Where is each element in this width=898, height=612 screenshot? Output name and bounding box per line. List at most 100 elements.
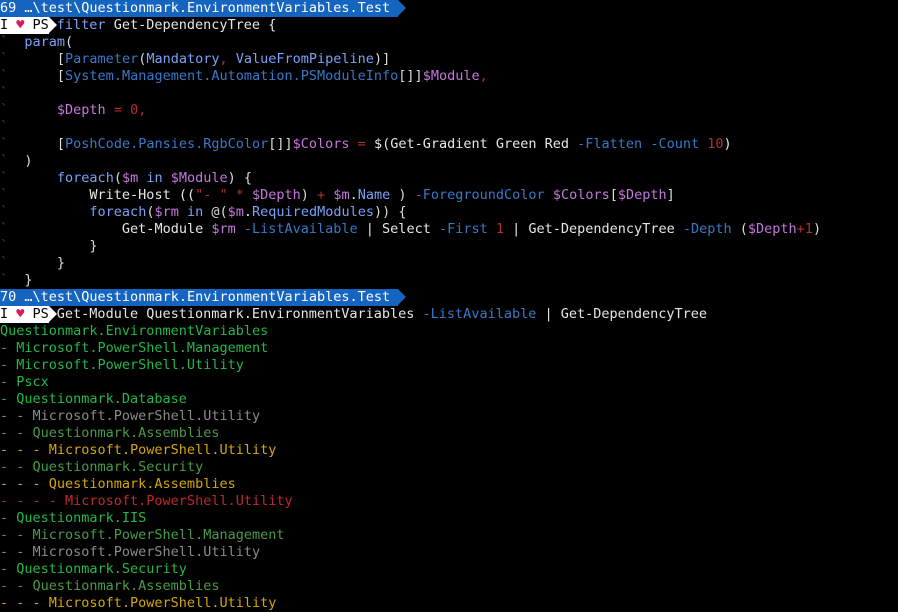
- terminal-line: ` Write-Host (("- " * $Depth) + $m.Name …: [0, 187, 675, 204]
- code-token: [: [8, 136, 66, 152]
- code-token: - - - Microsoft.PowerShell.Utility: [0, 595, 277, 611]
- terminal-line: - - Questionmark.Assemblies: [0, 425, 219, 442]
- terminal-line: ` Get-Module $rm -ListAvailable | Select…: [0, 221, 821, 238]
- code-token: $Depth: [617, 187, 667, 203]
- terminal-line: - Questionmark.Security: [0, 561, 187, 578]
- code-token: ): [8, 153, 33, 169]
- code-token: -First: [438, 221, 488, 237]
- terminal-line: ` }: [0, 255, 65, 272]
- code-token: - - - Microsoft.PowerShell.Utility: [0, 442, 277, 458]
- code-token: $rm: [211, 221, 236, 237]
- code-token: `: [0, 102, 9, 118]
- code-token: Get-Module Questionmark.EnvironmentVaria…: [56, 306, 423, 322]
- code-token: - - Questionmark.Assemblies: [0, 578, 220, 594]
- code-token: RequiredModules: [252, 204, 374, 220]
- terminal-window[interactable]: 69 …\test\Questionmark.EnvironmentVariab…: [0, 0, 898, 612]
- code-token: 10: [707, 136, 724, 152]
- code-token: ,: [219, 51, 236, 67]
- code-token: )]: [373, 51, 391, 67]
- ps-prompt: I ♥ PS: [0, 17, 49, 34]
- terminal-line: `: [0, 119, 8, 136]
- code-token: `: [0, 153, 9, 169]
- code-token: $m: [121, 170, 139, 186]
- code-token: [: [8, 68, 66, 84]
- terminal-line: - - - Questionmark.Assemblies: [0, 476, 236, 493]
- code-token: `: [0, 51, 9, 67]
- code-token: ): [300, 187, 318, 203]
- terminal-line: I ♥ PS Get-Module Questionmark.Environmen…: [0, 306, 707, 323]
- code-token: - Questionmark.Database: [0, 391, 187, 407]
- code-token: - - - - Microsoft.PowerShell.Utility: [0, 493, 293, 509]
- code-token: Get-DependencyTree {: [105, 17, 277, 33]
- code-token: .: [349, 187, 358, 203]
- code-token: -Flatten: [577, 136, 643, 152]
- code-token: Get-Module: [8, 221, 212, 237]
- code-token: - - Microsoft.PowerShell.Management: [0, 527, 285, 543]
- code-token: Name: [357, 187, 391, 203]
- code-token: -ForegroundColor: [414, 187, 545, 203]
- code-token: - Questionmark.IIS: [0, 510, 147, 526]
- code-token: $Depth: [56, 102, 106, 118]
- terminal-line: ` foreach($m in $Module) {: [0, 170, 252, 187]
- code-token: | Get-DependencyTree: [536, 306, 708, 322]
- terminal-line: - - Microsoft.PowerShell.Management: [0, 527, 284, 544]
- code-token: 1: [495, 221, 505, 237]
- code-token: - Microsoft.PowerShell.Utility: [0, 357, 244, 373]
- code-token: - Questionmark.Security: [0, 561, 187, 577]
- code-token: []]: [268, 136, 293, 152]
- code-token: }: [8, 255, 66, 271]
- code-token: `: [0, 136, 9, 152]
- code-token: PoshCode.Pansies.RgbColor: [65, 136, 269, 152]
- terminal-line: - Pscx: [0, 374, 49, 391]
- code-token: )) {: [373, 204, 407, 220]
- code-token: .: [243, 204, 253, 220]
- prompt-ps: PS: [24, 306, 49, 322]
- code-token: 0: [130, 102, 139, 118]
- code-token: param: [16, 34, 66, 50]
- path-segment: …\test\Questionmark.EnvironmentVariables…: [16, 0, 399, 17]
- code-token: (: [113, 170, 122, 186]
- code-token: +: [796, 221, 805, 237]
- history-id: 69: [0, 0, 17, 17]
- code-token: =: [105, 102, 131, 118]
- code-token: [: [8, 51, 66, 67]
- code-token: $rm: [154, 204, 179, 220]
- code-token: Mandatory: [146, 51, 220, 67]
- terminal-line: Questionmark.EnvironmentVariables: [0, 323, 268, 340]
- code-token: ): [723, 136, 732, 152]
- code-token: | Select: [357, 221, 439, 237]
- code-token: $m: [333, 187, 350, 203]
- code-token: ): [390, 187, 415, 203]
- code-token: +: [317, 187, 326, 203]
- code-token: `: [0, 238, 9, 254]
- terminal-line: ` $Depth = 0,: [0, 102, 146, 119]
- code-token: - - Questionmark.Security: [0, 459, 204, 475]
- code-token: - Pscx: [0, 374, 49, 390]
- terminal-line: - Questionmark.Database: [0, 391, 187, 408]
- code-token: - - Microsoft.PowerShell.Utility: [0, 408, 261, 424]
- code-token: filter: [56, 17, 106, 33]
- code-token: $m: [227, 204, 244, 220]
- code-token: - - Microsoft.PowerShell.Utility: [0, 544, 261, 560]
- code-token: [: [609, 187, 618, 203]
- code-token: "- ": [195, 187, 228, 203]
- powerline-arrow-icon: [48, 17, 57, 33]
- code-token: `: [0, 85, 9, 101]
- code-token: ) {: [227, 170, 253, 186]
- history-id: 70: [0, 289, 17, 306]
- path-segment: …\test\Questionmark.EnvironmentVariables…: [16, 289, 399, 306]
- powerline-arrow-icon: [398, 289, 407, 305]
- code-token: Questionmark.EnvironmentVariables: [0, 323, 269, 339]
- code-token: `: [0, 187, 9, 203]
- prompt-status-line: 69 …\test\Questionmark.EnvironmentVariab…: [0, 0, 407, 17]
- code-token: }: [8, 272, 33, 288]
- code-token: 1: [804, 221, 813, 237]
- code-token: | Get-DependencyTree: [504, 221, 683, 237]
- code-token: -ListAvailable: [243, 221, 358, 237]
- prompt-i: I: [0, 17, 17, 33]
- code-token: `: [0, 119, 9, 135]
- terminal-line: ` [PoshCode.Pansies.RgbColor[]]$Colors =…: [0, 136, 732, 153]
